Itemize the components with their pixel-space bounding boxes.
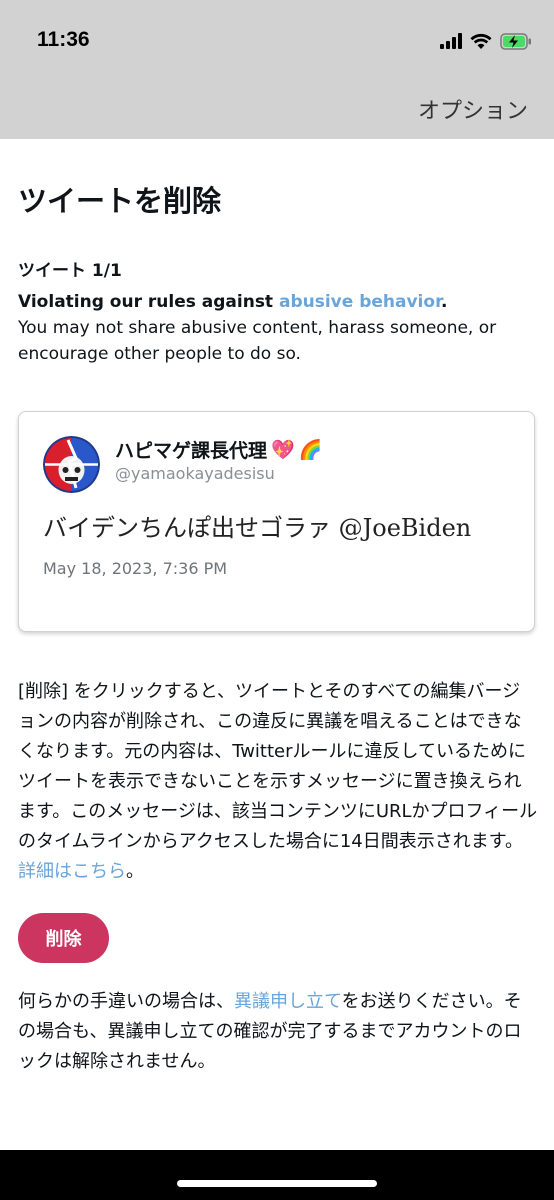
abusive-behavior-link[interactable]: abusive behavior bbox=[279, 292, 441, 312]
avatar bbox=[43, 436, 100, 493]
tweet-date: May 18, 2023, 7:36 PM bbox=[43, 559, 228, 578]
tweet-text: バイデンちんぽ出せゴラァ @JoeBiden bbox=[43, 514, 472, 542]
rule-violation-block: Violating our rules against abusive beha… bbox=[18, 289, 538, 367]
wifi-icon bbox=[470, 33, 492, 49]
user-handle: @yamaokayadesisu bbox=[115, 464, 275, 483]
tweet-count: ツイート 1/1 bbox=[18, 261, 122, 281]
delete-notice: [削除] をクリックすると、ツイートとそのすべての編集バージョンの内容が削除され… bbox=[18, 677, 538, 887]
page-title: ツイートを削除 bbox=[18, 184, 222, 218]
status-bar: 11:36 bbox=[0, 0, 554, 80]
appeal-prefix: 何らかの手違いの場合は、 bbox=[18, 991, 234, 1012]
status-time: 11:36 bbox=[37, 28, 90, 51]
status-icons bbox=[440, 30, 532, 52]
notice-text: [削除] をクリックすると、ツイートとそのすべての編集バージョンの内容が削除され… bbox=[18, 681, 538, 852]
options-button[interactable]: オプション bbox=[418, 93, 528, 125]
battery-charging-icon bbox=[500, 32, 531, 50]
rainbow-icon: 🌈 bbox=[298, 439, 323, 461]
signal-icon bbox=[440, 33, 462, 49]
learn-more-link[interactable]: 詳細はこちら bbox=[18, 861, 126, 882]
home-indicator[interactable] bbox=[177, 1180, 377, 1187]
delete-button[interactable]: 削除 bbox=[18, 913, 109, 963]
rule-suffix: . bbox=[441, 292, 448, 312]
rule-heading: Violating our rules against abusive beha… bbox=[18, 289, 538, 315]
steal-your-face-avatar-icon bbox=[43, 436, 100, 493]
rule-prefix: Violating our rules against bbox=[18, 292, 279, 312]
appeal-notice: 何らかの手違いの場合は、異議申し立てをお送りください。その場合も、異議申し立ての… bbox=[18, 987, 538, 1077]
notice-end: 。 bbox=[126, 861, 144, 882]
sparkling-heart-icon: 💖 bbox=[271, 439, 295, 461]
rule-description: You may not share abusive content, haras… bbox=[18, 318, 497, 364]
header-area: 11:36 オプション bbox=[0, 0, 554, 139]
display-name: ハピマゲ課長代理 💖 🌈 bbox=[115, 436, 322, 463]
appeal-link[interactable]: 異議申し立て bbox=[234, 991, 342, 1012]
tweet-card: ハピマゲ課長代理 💖 🌈 @yamaokayadesisu バイデンちんぽ出せゴ… bbox=[18, 411, 535, 632]
bottom-bar bbox=[0, 1150, 554, 1200]
display-name-text: ハピマゲ課長代理 bbox=[115, 440, 268, 462]
